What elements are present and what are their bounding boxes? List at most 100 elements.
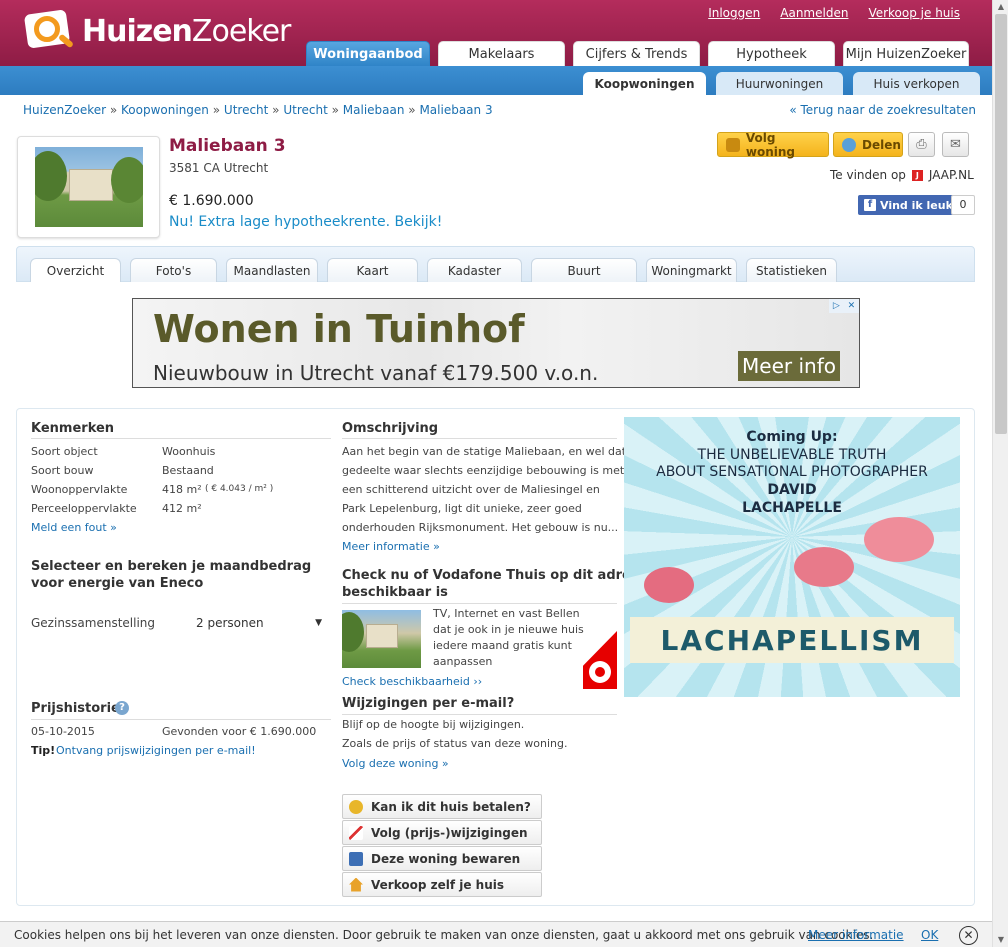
- mortgage-promo-link[interactable]: Nu! Extra lage hypotheekrente. Bekijk!: [169, 214, 442, 230]
- spec-label: Perceeloppervlakte: [31, 502, 137, 515]
- sell-yourself-button[interactable]: Verkoop zelf je huis: [342, 872, 542, 897]
- site-logo[interactable]: HuizenZoeker: [22, 6, 291, 56]
- main-nav: Woningaanbod Makelaars Cijfers & Trends …: [306, 41, 969, 66]
- listing-price: € 1.690.000: [169, 193, 254, 209]
- breadcrumb: HuizenZoeker » Koopwoningen » Utrecht » …: [23, 103, 493, 117]
- breadcrumb-item[interactable]: Utrecht: [283, 103, 327, 117]
- facebook-like-button[interactable]: f Vind ik leuk: [858, 195, 959, 215]
- listing-photo-card[interactable]: [17, 136, 160, 238]
- cookie-more-link[interactable]: Meer informatie: [808, 928, 904, 942]
- cookie-text: Cookies helpen ons bij het leveren van o…: [14, 928, 874, 942]
- facebook-like-count: 0: [951, 195, 975, 215]
- vodafone-house-photo: [342, 610, 421, 668]
- tab-woningaanbod[interactable]: Woningaanbod: [306, 41, 430, 66]
- magnifier-house-icon: [22, 6, 78, 56]
- check-availability-link[interactable]: Check beschikbaarheid ››: [342, 675, 482, 688]
- report-error-link[interactable]: Meld een fout »: [31, 521, 117, 534]
- follow-house-link[interactable]: Volg deze woning »: [342, 757, 449, 770]
- tab-statistieken[interactable]: Statistieken: [746, 258, 837, 282]
- spec-value: Woonhuis: [162, 445, 216, 458]
- omschrijving-heading: Omschrijving: [342, 421, 439, 436]
- listing-address: 3581 CA Utrecht: [169, 161, 269, 175]
- save-house-button[interactable]: Deze woning bewaren: [342, 846, 542, 871]
- flamingo-shape: [794, 547, 854, 587]
- jaap-link[interactable]: JAAP.NL: [929, 168, 974, 182]
- listing-title: Maliebaan 3: [169, 136, 286, 156]
- save-icon: [349, 851, 363, 866]
- afford-house-button[interactable]: Kan ik dit huis betalen?: [342, 794, 542, 819]
- divider: [342, 603, 617, 604]
- adchoices-icon[interactable]: ▷ ✕: [829, 299, 859, 313]
- ad-subline: Nieuwbouw in Utrecht vanaf €179.500 v.o.…: [153, 361, 599, 385]
- follow-changes-button[interactable]: Volg (prijs-)wijzigingen: [342, 820, 542, 845]
- dropdown-arrow-icon: ▼: [315, 618, 322, 628]
- tab-mijn-huizenzoeker[interactable]: Mijn HuizenZoeker: [843, 41, 969, 66]
- email-heading: Wijzigingen per e-mail?: [342, 696, 515, 711]
- register-link[interactable]: Aanmelden: [780, 6, 848, 20]
- listing-photo[interactable]: [35, 147, 143, 227]
- facebook-icon: f: [864, 199, 876, 211]
- breadcrumb-item[interactable]: Utrecht: [224, 103, 268, 117]
- scroll-down-icon[interactable]: ▼: [993, 933, 1008, 947]
- sell-house-link[interactable]: Verkoop je huis: [868, 6, 960, 20]
- price-per-m2: ( € 4.043 / m² ): [205, 484, 274, 494]
- scrollbar[interactable]: ▲ ▼: [992, 0, 1008, 947]
- chart-icon: [349, 825, 363, 840]
- banner-ad-tuinhof[interactable]: Wonen in Tuinhof Nieuwbouw in Utrecht va…: [132, 298, 860, 388]
- energie-heading-1: Selecteer en bereken je maandbedrag: [31, 559, 312, 574]
- tab-fotos[interactable]: Foto's: [130, 258, 217, 282]
- printer-icon: ⎙: [916, 137, 927, 152]
- description-text: Aan het begin van de statige Maliebaan, …: [342, 445, 627, 534]
- scroll-up-icon[interactable]: ▲: [993, 0, 1008, 14]
- tab-hypotheek[interactable]: Hypotheek: [708, 41, 835, 66]
- spec-label: Woonoppervlakte: [31, 483, 128, 496]
- breadcrumb-item[interactable]: Maliebaan: [343, 103, 405, 117]
- breadcrumb-item[interactable]: Maliebaan 3: [419, 103, 492, 117]
- envelope-icon: ✉: [950, 137, 961, 152]
- more-info-link[interactable]: Meer informatie »: [342, 540, 440, 553]
- print-button[interactable]: ⎙: [908, 132, 935, 157]
- divider: [31, 438, 331, 439]
- back-to-results-link[interactable]: « Terug naar de zoekresultaten: [789, 103, 976, 117]
- breadcrumb-item[interactable]: Koopwoningen: [121, 103, 209, 117]
- spec-value: 412 m²: [162, 502, 202, 515]
- ad-cta-button[interactable]: Meer info: [738, 351, 840, 381]
- jaap-icon: J: [911, 169, 923, 181]
- spec-label: Soort object: [31, 445, 98, 458]
- email-text-2: Zoals de prijs of status van deze woning…: [342, 737, 568, 750]
- tab-huis-verkopen[interactable]: Huis verkopen: [853, 72, 980, 95]
- tab-maandlasten[interactable]: Maandlasten: [226, 258, 318, 282]
- tab-kadaster[interactable]: Kadaster: [427, 258, 522, 282]
- help-icon[interactable]: ?: [115, 701, 129, 715]
- tab-overzicht[interactable]: Overzicht: [30, 258, 121, 282]
- spec-value: 418 m²: [162, 483, 202, 496]
- login-link[interactable]: Inloggen: [708, 6, 760, 20]
- house-icon: [726, 137, 740, 152]
- energie-heading-2: voor energie van Eneco: [31, 576, 204, 591]
- share-button[interactable]: Delen: [833, 132, 903, 157]
- scrollbar-thumb[interactable]: [995, 14, 1007, 434]
- price-alert-link[interactable]: Ontvang prijswijzigingen per e-mail!: [56, 744, 256, 757]
- history-event: Gevonden voor € 1.690.000: [162, 725, 317, 738]
- tab-kaart[interactable]: Kaart: [327, 258, 418, 282]
- breadcrumb-item[interactable]: HuizenZoeker: [23, 103, 106, 117]
- email-button[interactable]: ✉: [942, 132, 969, 157]
- top-links: Inloggen Aanmelden Verkoop je huis: [708, 6, 960, 20]
- vodafone-heading-1: Check nu of Vodafone Thuis op dit adres: [342, 568, 639, 583]
- ad-headline: Wonen in Tuinhof: [153, 307, 525, 351]
- follow-house-button[interactable]: Volg woning: [717, 131, 829, 159]
- tip-label: Tip!: [31, 744, 56, 757]
- tab-cijfers-trends[interactable]: Cijfers & Trends: [573, 41, 700, 66]
- tab-buurt[interactable]: Buurt: [531, 258, 637, 282]
- side-ad-lachapelle[interactable]: Coming Up: THE UNBELIEVABLE TRUTH ABOUT …: [624, 417, 960, 697]
- household-select[interactable]: 2 personen ▼: [190, 612, 328, 634]
- tab-makelaars[interactable]: Makelaars: [438, 41, 565, 66]
- close-icon[interactable]: ✕: [959, 926, 978, 945]
- divider: [342, 438, 617, 439]
- cookie-ok-link[interactable]: OK: [921, 928, 938, 942]
- tab-woningmarkt[interactable]: Woningmarkt: [646, 258, 737, 282]
- tab-koopwoningen[interactable]: Koopwoningen: [583, 72, 706, 95]
- tab-huurwoningen[interactable]: Huurwoningen: [716, 72, 843, 95]
- household-label: Gezinssamenstelling: [31, 616, 156, 630]
- property-tabs: Overzicht Foto's Maandlasten Kaart Kadas…: [30, 258, 837, 282]
